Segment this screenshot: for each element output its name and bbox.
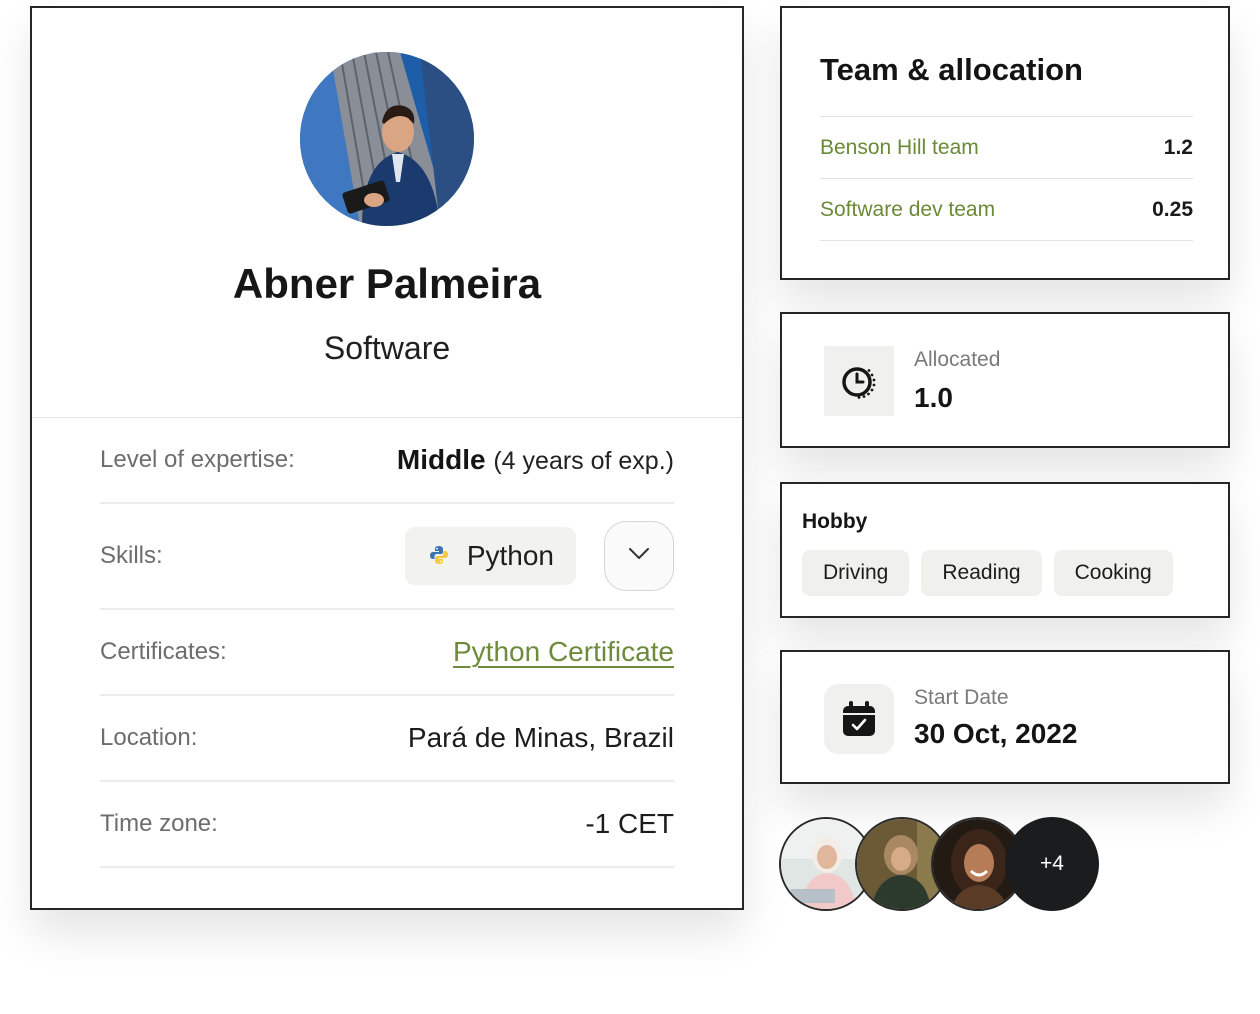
- profile-role: Software: [323, 330, 451, 366]
- team-allocation-title: Team & allocation: [820, 52, 1083, 87]
- chevron-down-icon: [628, 547, 650, 566]
- skill-chip-python[interactable]: Python: [404, 527, 576, 585]
- team-allocation-card: Team & allocation Benson Hill team 1.2 S…: [780, 6, 1230, 280]
- team-name: Software dev team: [820, 197, 996, 221]
- hobby-card: Hobby Driving Reading Cooking: [780, 482, 1230, 618]
- expertise-label: Level of expertise:: [100, 446, 295, 473]
- python-icon: [429, 540, 449, 572]
- skills-dropdown-button[interactable]: [604, 521, 674, 591]
- skills-value: Python: [404, 521, 674, 591]
- hobby-list: Driving Reading Cooking: [802, 550, 1173, 596]
- team-list: Benson Hill team 1.2 Software dev team 0…: [820, 116, 1193, 241]
- start-date-value: 30 Oct, 2022: [914, 718, 1078, 749]
- certificate-link[interactable]: Python Certificate: [453, 636, 674, 668]
- location-label: Location:: [100, 724, 198, 751]
- expertise-years: (4 years of exp.): [493, 447, 674, 475]
- team-allocation-value: 0.25: [1152, 197, 1193, 221]
- team-row[interactable]: Benson Hill team 1.2: [820, 117, 1193, 179]
- profile-avatar: [300, 52, 474, 226]
- start-date-card: Start Date 30 Oct, 2022: [780, 650, 1230, 784]
- certificates-row: Certificates: Python Certificate: [100, 610, 674, 696]
- profile-details: Level of expertise: Middle (4 years of e…: [100, 418, 674, 868]
- team-row[interactable]: Software dev team 0.25: [820, 179, 1193, 241]
- skills-row: Skills: Python: [100, 504, 674, 610]
- location-value: Pará de Minas, Brazil: [407, 722, 674, 753]
- hobby-chip[interactable]: Cooking: [1053, 550, 1173, 596]
- profile-card: Abner Palmeira Software Level of experti…: [30, 6, 744, 910]
- profile-header: Abner Palmeira Software: [32, 8, 742, 418]
- hobby-title: Hobby: [802, 510, 868, 533]
- team-name: Benson Hill team: [820, 135, 979, 159]
- timezone-value: -1 CET: [585, 808, 674, 839]
- profile-name: Abner Palmeira: [232, 260, 542, 307]
- location-row: Location: Pará de Minas, Brazil: [100, 696, 674, 782]
- certificates-label: Certificates:: [100, 638, 227, 665]
- expertise-level: Middle: [396, 444, 486, 475]
- team-allocation-value: 1.2: [1163, 135, 1193, 159]
- skill-label: Python: [466, 540, 554, 571]
- skills-label: Skills:: [100, 542, 163, 569]
- hobby-chip[interactable]: Driving: [802, 550, 910, 596]
- team-members-stack[interactable]: +4: [779, 817, 1103, 911]
- expertise-value: Middle (4 years of exp.): [397, 444, 674, 476]
- clock-icon: [824, 346, 894, 416]
- allocated-card: Allocated 1.0: [780, 312, 1230, 448]
- allocated-label: Allocated: [914, 348, 1001, 371]
- allocated-value: 1.0: [914, 382, 953, 413]
- hobby-chip[interactable]: Reading: [921, 550, 1042, 596]
- expertise-row: Level of expertise: Middle (4 years of e…: [100, 418, 674, 504]
- more-members-badge[interactable]: +4: [1005, 817, 1099, 911]
- timezone-row: Time zone: -1 CET: [100, 782, 674, 868]
- calendar-check-icon: [824, 684, 894, 754]
- timezone-label: Time zone:: [100, 810, 218, 837]
- start-date-label: Start Date: [914, 686, 1009, 709]
